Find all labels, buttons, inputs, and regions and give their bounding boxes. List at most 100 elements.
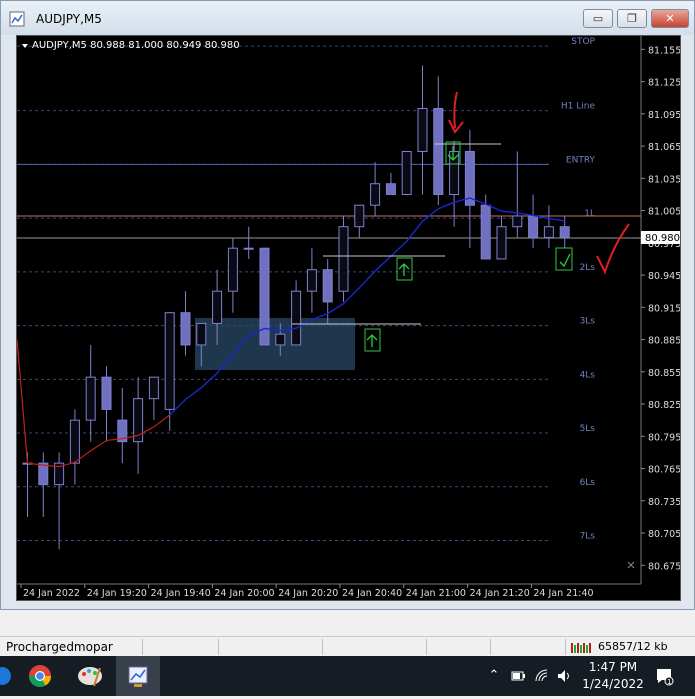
level-label: 2Ls xyxy=(580,263,596,273)
taskbar-paint[interactable] xyxy=(68,656,112,696)
title-bar[interactable]: AUDJPY,M5 ▭ ❐ ✕ xyxy=(1,1,694,35)
candle-body xyxy=(212,290,223,324)
notifications-icon[interactable]: 1 xyxy=(654,666,674,686)
price-tick-label: 81.155 xyxy=(648,45,680,56)
time-tick-label: 24 Jan 21:20 xyxy=(470,588,530,599)
candle-body xyxy=(148,376,159,400)
volume-icon[interactable] xyxy=(556,668,572,684)
time-tick-label: 24 Jan 19:20 xyxy=(87,588,147,599)
time-tick-label: 24 Jan 20:00 xyxy=(214,588,274,599)
status-separator xyxy=(142,639,143,655)
time-tick-label: 24 Jan 20:40 xyxy=(342,588,402,599)
paint-icon xyxy=(78,667,102,687)
status-separator xyxy=(218,639,219,655)
time-tick-label: 24 Jan 21:40 xyxy=(533,588,593,599)
candle-body xyxy=(227,247,238,292)
candle-body xyxy=(243,247,254,250)
price-tick-label: 80.795 xyxy=(648,432,680,443)
profile-name: Prochargedmopar xyxy=(6,640,113,654)
time-tick-label: 24 Jan 21:00 xyxy=(406,588,466,599)
price-tick-label: 80.705 xyxy=(648,529,680,540)
candle-body xyxy=(433,107,444,195)
price-tick-label: 80.915 xyxy=(648,303,680,314)
candle-body xyxy=(528,215,539,238)
chart-window: AUDJPY,M5 ▭ ❐ ✕ STOP H1 Line ENTRY 1L 2Ls 3Ls… xyxy=(0,0,695,610)
candle-body xyxy=(559,226,570,238)
candle-body xyxy=(370,183,381,206)
time-tick-label: 24 Jan 20:20 xyxy=(278,588,338,599)
chrome-icon xyxy=(29,665,51,687)
candle-body xyxy=(196,322,207,346)
candle-body xyxy=(385,183,396,195)
level-label: 1L xyxy=(584,209,595,219)
traffic-readout: 65857/12 kb xyxy=(598,640,668,653)
candle-body xyxy=(464,150,475,206)
price-tick-label: 81.035 xyxy=(648,174,680,185)
status-separator xyxy=(565,639,566,655)
candle-body xyxy=(417,107,428,152)
level-label: 4Ls xyxy=(580,370,596,380)
level-label: H1 Line xyxy=(561,102,596,112)
clock-date: 1/24/2022 xyxy=(582,677,644,691)
price-tick-label: 80.885 xyxy=(648,336,680,347)
level-label: ENTRY xyxy=(566,155,596,165)
current-price-label: 80.980 xyxy=(645,233,680,244)
price-tick-label: 81.005 xyxy=(648,207,680,218)
price-tick-label: 80.825 xyxy=(648,400,680,411)
show-hidden-icons-chevron[interactable]: ⌃ xyxy=(486,668,502,684)
status-separator xyxy=(322,639,323,655)
price-tick-label: 80.945 xyxy=(648,271,680,282)
candle-body xyxy=(496,226,507,260)
battery-icon[interactable] xyxy=(510,668,526,684)
candle-body xyxy=(512,215,523,228)
price-tick-label: 80.765 xyxy=(648,465,680,476)
wifi-icon[interactable] xyxy=(534,668,550,684)
candle-body xyxy=(180,312,191,346)
candle-body xyxy=(164,312,175,410)
consolidation-zone xyxy=(195,318,355,370)
price-tick-label: 80.675 xyxy=(648,561,680,572)
candle-body xyxy=(85,376,96,421)
candle-body xyxy=(101,376,112,410)
taskbar: ⌃ 1:47 PM 1/24/2022 1 xyxy=(0,656,695,696)
price-chart[interactable]: STOP H1 Line ENTRY 1L 2Ls 3Ls 4Ls 5Ls 6Ls 7Ls xyxy=(16,35,681,601)
candle-body xyxy=(306,269,317,292)
taskbar-app-partial[interactable] xyxy=(0,656,14,696)
level-label: 6Ls xyxy=(580,478,596,488)
status-bar: Prochargedmopar 65857/12 kb xyxy=(0,636,695,657)
window-gap xyxy=(0,610,695,636)
candle-body xyxy=(338,226,349,292)
status-separator xyxy=(490,639,491,655)
candle-body xyxy=(480,204,491,260)
candle-body xyxy=(543,226,554,238)
partial-app-icon xyxy=(0,667,11,685)
candlestick-chart[interactable]: STOPH1 LineENTRY1L2Ls3Ls4Ls5Ls6Ls7Ls 81.… xyxy=(16,36,681,600)
price-tick-label: 81.065 xyxy=(648,142,680,153)
minimize-button[interactable]: ▭ xyxy=(583,9,613,28)
candle-body xyxy=(354,204,365,228)
candle-body xyxy=(291,290,302,346)
price-tick-label: 81.125 xyxy=(648,78,680,89)
taskbar-metatrader[interactable] xyxy=(116,656,160,696)
taskbar-chrome[interactable] xyxy=(18,656,62,696)
chart-window-icon xyxy=(9,11,25,27)
candle-body xyxy=(275,333,286,346)
chart-header: AUDJPY,M5 80.988 81.000 80.949 80.980 xyxy=(32,40,240,51)
svg-text:1: 1 xyxy=(667,678,671,686)
clock-time: 1:47 PM xyxy=(588,660,638,674)
level-label: STOP xyxy=(571,37,595,47)
time-tick-label: 24 Jan 2022 xyxy=(23,588,80,599)
window-title: AUDJPY,M5 xyxy=(36,12,102,26)
price-tick-label: 81.095 xyxy=(648,110,680,121)
time-tick-label: 24 Jan 19:40 xyxy=(151,588,211,599)
candle-body xyxy=(401,150,412,195)
price-tick-label: 80.735 xyxy=(648,497,680,508)
level-label: 7Ls xyxy=(580,532,596,542)
candle-body xyxy=(69,419,80,464)
maximize-button[interactable]: ❐ xyxy=(617,9,647,28)
status-separator xyxy=(426,639,427,655)
level-label: 5Ls xyxy=(580,424,596,434)
system-clock[interactable]: 1:47 PM 1/24/2022 xyxy=(578,659,648,693)
close-button[interactable]: ✕ xyxy=(651,9,689,28)
price-tick-label: 80.855 xyxy=(648,368,680,379)
